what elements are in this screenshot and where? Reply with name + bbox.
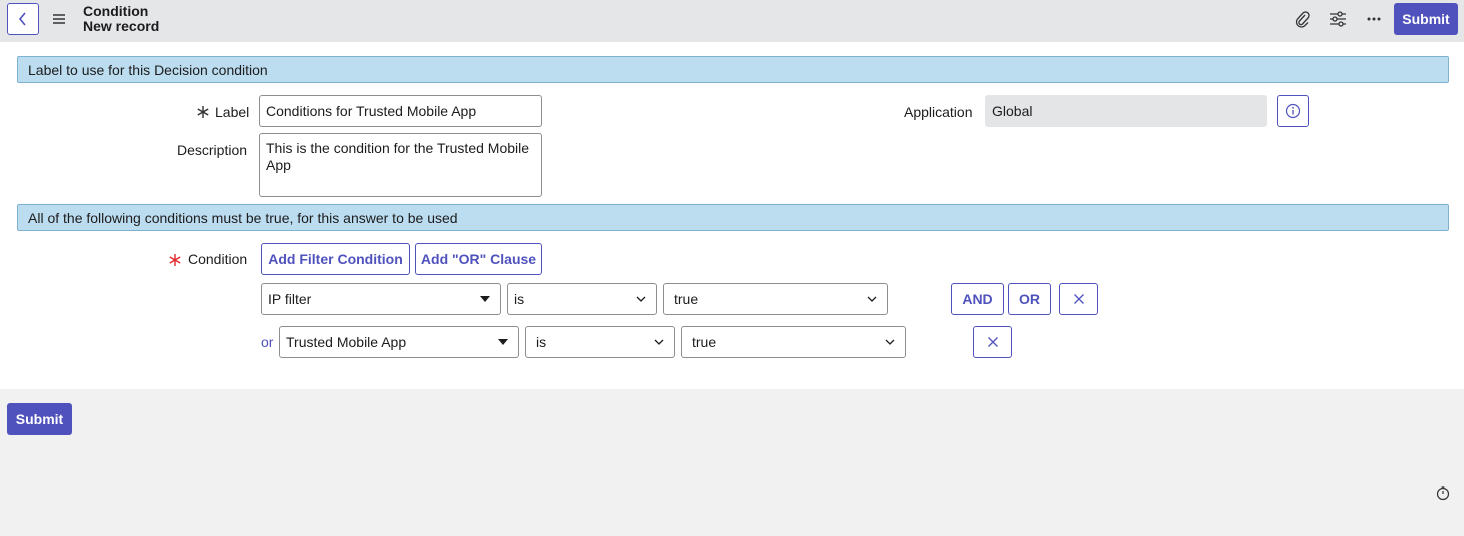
form-area: Label to use for this Decision condition… [0,42,1464,389]
menu-icon [53,14,65,24]
required-asterisk-icon [169,254,181,266]
info-icon [1285,103,1301,119]
filter-field-select[interactable]: Trusted Mobile App [279,326,519,358]
page-subtitle: New record [83,18,160,34]
add-filter-condition-button[interactable]: Add Filter Condition [261,243,410,275]
application-field-label: Application [904,104,973,120]
chevron-down-icon [654,339,664,345]
section-header-conditions: All of the following conditions must be … [17,204,1449,231]
delete-condition-button[interactable] [973,326,1012,358]
personalize-form-button[interactable] [1328,9,1348,29]
filter-value-select[interactable]: true [681,326,906,358]
stopwatch-icon[interactable] [1435,485,1451,501]
close-icon [1073,294,1084,304]
required-asterisk-icon [197,106,209,118]
ellipsis-icon [1367,17,1381,21]
chevron-down-icon [867,296,877,302]
filter-field-select[interactable]: IP filter [261,283,501,315]
filter-operator-value: is [536,334,547,350]
label-field-label: Label [215,104,250,120]
filter-field-value: Trusted Mobile App [286,334,407,350]
condition-field-label: Condition [188,251,248,267]
section-header-label: Label to use for this Decision condition [17,56,1449,83]
attachment-button[interactable] [1292,9,1312,29]
submit-button-top[interactable]: Submit [1394,3,1458,35]
filter-operator-select[interactable]: is [525,326,675,358]
filter-value-select[interactable]: true [663,283,888,315]
filter-value-value: true [692,334,717,350]
caret-down-icon [498,339,508,345]
back-button[interactable] [7,3,39,35]
or-button[interactable]: OR [1008,283,1051,315]
header-bar: Condition New record Submit [0,0,1464,42]
filter-value-value: true [674,291,699,307]
filter-field-value: IP filter [268,291,312,307]
filter-operator-value: is [514,291,525,307]
close-icon [987,337,998,347]
and-button[interactable]: AND [951,283,1004,315]
submit-button-bottom[interactable]: Submit [7,403,72,435]
application-field: Global [985,95,1267,127]
chevron-down-icon [636,296,646,302]
hamburger-menu-button[interactable] [51,11,67,27]
sliders-icon [1330,11,1346,27]
or-clause-label: or [261,334,274,350]
label-input[interactable]: Conditions for Trusted Mobile App [259,95,542,127]
description-textarea[interactable]: This is the condition for the Trusted Mo… [259,133,542,197]
add-or-clause-button[interactable]: Add "OR" Clause [415,243,542,275]
more-options-button[interactable] [1364,9,1384,29]
caret-down-icon [480,296,490,302]
chevron-left-icon [18,12,26,26]
page-title: Condition [83,3,149,19]
chevron-down-icon [885,339,895,345]
delete-condition-button[interactable] [1059,283,1098,315]
paperclip-icon [1295,11,1310,28]
page-title-block: Condition New record [83,4,159,34]
filter-operator-select[interactable]: is [507,283,657,315]
application-info-button[interactable] [1277,95,1309,127]
description-field-label: Description [177,142,248,158]
